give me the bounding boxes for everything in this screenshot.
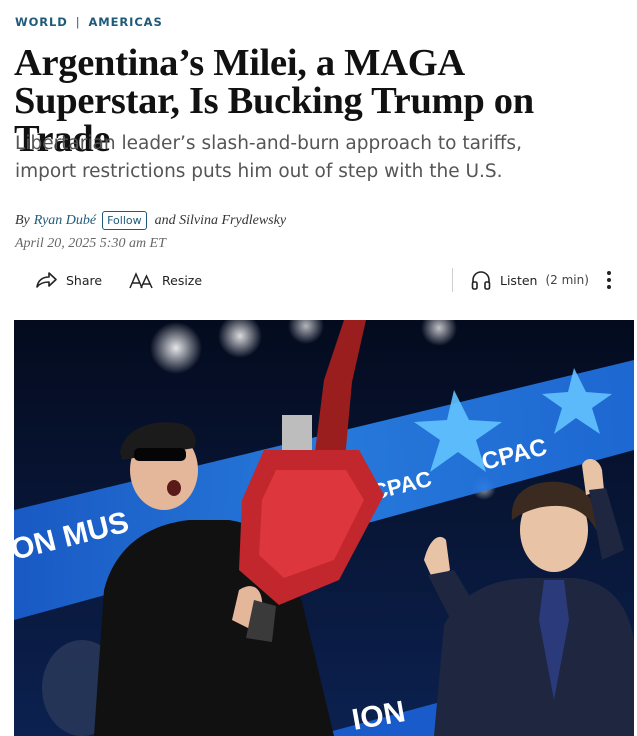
author-link[interactable]: Ryan Dubé — [34, 213, 96, 229]
breadcrumb-subsection[interactable]: AMERICAS — [88, 15, 162, 29]
byline-prefix: By — [15, 212, 30, 228]
toolbar-divider — [452, 268, 453, 292]
coauthor-text: and Silvina Frydlewsky — [154, 212, 287, 228]
resize-button[interactable]: Resize — [128, 262, 202, 298]
article-toolbar: Share Resize Listen (2 min) — [0, 262, 637, 298]
resize-icon — [128, 270, 154, 290]
listen-label: Listen — [500, 272, 538, 288]
breadcrumb-separator: | — [75, 15, 81, 29]
article-dek: Libertarian leader’s slash-and-burn appr… — [15, 133, 522, 182]
publish-timestamp: April 20, 2025 5:30 am ET — [15, 236, 166, 251]
breadcrumb: WORLD | AMERICAS — [15, 15, 163, 29]
headphones-icon — [470, 269, 492, 291]
hero-photo: ON MUS CPAC CPAC ION — [14, 320, 634, 736]
share-icon — [34, 270, 58, 290]
more-options-button[interactable] — [600, 262, 618, 298]
more-vertical-icon — [606, 269, 612, 291]
breadcrumb-section[interactable]: WORLD — [15, 15, 68, 29]
byline: By Ryan Dubé Follow and Silvina Frydlews… — [15, 211, 286, 230]
share-button[interactable]: Share — [34, 262, 102, 298]
share-label: Share — [66, 272, 103, 288]
follow-button[interactable]: Follow — [102, 211, 147, 230]
listen-duration: (2 min) — [545, 273, 589, 287]
resize-label: Resize — [162, 272, 203, 288]
listen-button[interactable]: Listen (2 min) — [470, 262, 589, 298]
